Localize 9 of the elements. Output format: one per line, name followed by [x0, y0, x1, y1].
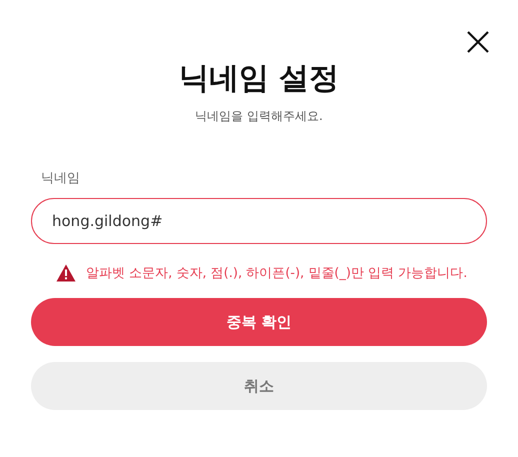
close-icon[interactable]	[466, 30, 490, 54]
field-label: 닉네임	[41, 171, 80, 186]
warning-icon	[56, 264, 76, 282]
dialog-subtitle: 닉네임을 입력해주세요.	[194, 108, 324, 125]
cancel-button[interactable]: 취소	[31, 362, 487, 410]
check-duplicate-button[interactable]: 중복 확인	[31, 298, 487, 346]
error-message: 알파벳 소문자, 숫자, 점(.), 하이픈(-), 밑줄(_)만 입력 가능합니다.	[86, 265, 468, 282]
nickname-field[interactable]: hong.gildong#	[31, 198, 487, 244]
dialog-title: 닉네임 설정	[178, 60, 340, 98]
